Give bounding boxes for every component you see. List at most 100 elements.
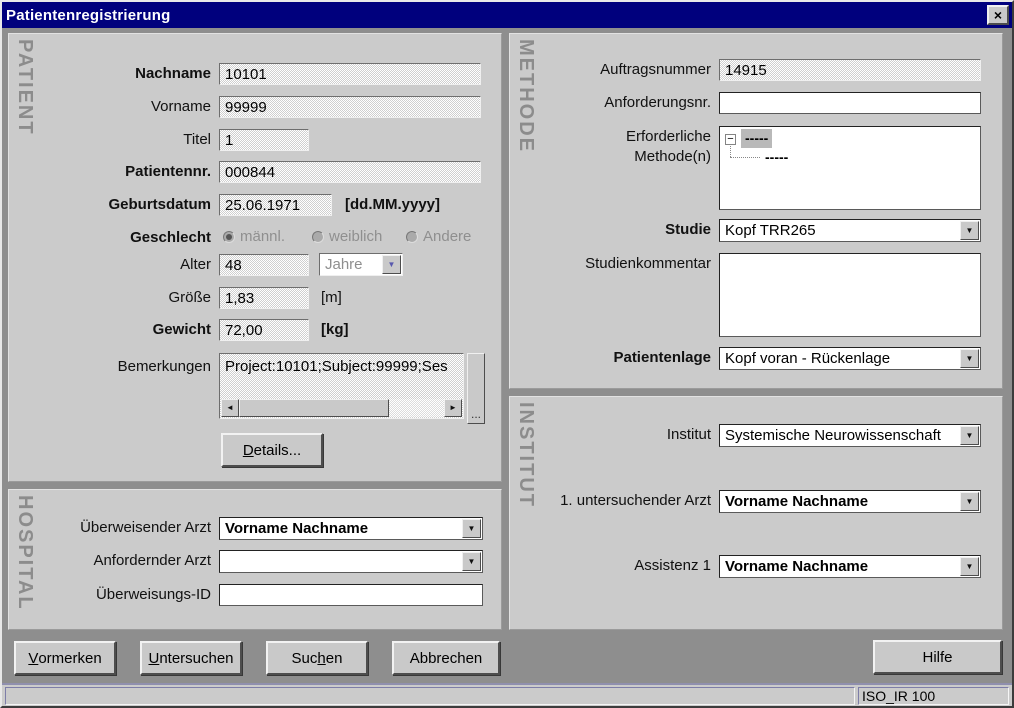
ueberweisender-arzt-dropdown-button[interactable]: ▼ <box>462 519 481 538</box>
studienkommentar-textarea[interactable] <box>719 253 981 337</box>
erforderliche-methoden-label-line2: Methode(n) <box>510 146 711 168</box>
radio-weiblich <box>312 231 324 243</box>
anfordernder-arzt-label: Anfordernder Arzt <box>9 550 211 572</box>
scrollbar-thumb[interactable] <box>239 399 389 417</box>
charset-value: ISO_IR 100 <box>862 688 935 704</box>
suchen-accesskey: h <box>317 650 325 667</box>
patientennr-field: 000844 <box>219 161 481 183</box>
status-bar: ISO_IR 100 <box>2 683 1012 706</box>
anfordernder-arzt-combobox[interactable]: ▼ <box>219 550 483 573</box>
hilfe-label: Hilfe <box>922 649 952 666</box>
untersuchen-button[interactable]: Untersuchen <box>140 641 242 675</box>
vorname-label: Vorname <box>9 96 211 118</box>
untersuchender-arzt-combobox[interactable]: Vorname Nachname ▼ <box>719 490 981 513</box>
patientenlage-dropdown-button[interactable]: ▼ <box>960 349 979 368</box>
details-button-accesskey: D <box>243 442 254 459</box>
alter-unit-dropdown: Jahre ▼ <box>319 253 403 276</box>
assistenz1-combobox[interactable]: Vorname Nachname ▼ <box>719 555 981 578</box>
ueberweisungs-id-input[interactable] <box>219 584 483 606</box>
abbrechen-button[interactable]: Abbrechen <box>392 641 500 675</box>
untersuchen-accesskey: U <box>148 650 159 667</box>
studie-dropdown-button[interactable]: ▼ <box>960 221 979 240</box>
scroll-right-button[interactable]: ► <box>444 399 462 417</box>
untersuchender-arzt-dropdown-button[interactable]: ▼ <box>960 492 979 511</box>
anforderungsnr-input[interactable] <box>719 92 981 114</box>
tree-child-item[interactable]: ----- <box>762 148 791 167</box>
patient-section: PATIENT Nachname 10101 Vorname 99999 Tit… <box>8 33 502 482</box>
patient-registration-window: Patientenregistrierung × PATIENT Nachnam… <box>0 0 1014 708</box>
alter-unit-dropdown-button: ▼ <box>382 255 401 274</box>
nachname-label: Nachname <box>9 63 211 85</box>
details-button[interactable]: Details... <box>221 433 323 467</box>
scroll-left-button[interactable]: ◄ <box>221 399 239 417</box>
patient-section-watermark: PATIENT <box>13 39 36 136</box>
close-button[interactable]: × <box>987 5 1009 25</box>
close-icon: × <box>994 8 1002 22</box>
bemerkungen-field[interactable]: Project:10101;Subject:99999;Ses ◄ ► <box>219 353 464 419</box>
untersuchen-label: ntersuchen <box>159 650 233 667</box>
studie-combobox[interactable]: Kopf TRR265 ▼ <box>719 219 981 242</box>
institut-value: Systemische Neurowissenschaft <box>725 426 958 445</box>
bemerkungen-label: Bemerkungen <box>9 356 211 378</box>
suchen-button[interactable]: Suchen <box>266 641 368 675</box>
geburtsdatum-field: 25.06.1971 <box>219 194 332 216</box>
tree-connector-horizontal <box>730 157 760 158</box>
anfordernder-arzt-value <box>225 552 460 571</box>
radio-maennlich-label: männl. <box>240 227 285 247</box>
geburtsdatum-format-hint: [dd.MM.yyyy] <box>345 194 440 216</box>
hilfe-button[interactable]: Hilfe <box>873 640 1002 674</box>
ueberweisender-arzt-combobox[interactable]: Vorname Nachname ▼ <box>219 517 483 540</box>
tree-collapse-icon[interactable]: − <box>725 134 736 145</box>
abbrechen-label: Abbrechen <box>410 650 483 667</box>
nachname-field: 10101 <box>219 63 481 85</box>
vormerken-button[interactable]: Vormerken <box>14 641 116 675</box>
bemerkungen-more-button[interactable]: ... <box>467 353 485 424</box>
groesse-unit: [m] <box>321 287 342 309</box>
methoden-tree[interactable]: − ----- ----- <box>719 126 981 210</box>
chevron-down-icon: ▼ <box>388 261 396 269</box>
ueberweisungs-id-label: Überweisungs-ID <box>9 584 211 606</box>
tree-root-item[interactable]: ----- <box>741 129 772 148</box>
anforderungsnr-label: Anforderungsnr. <box>510 92 711 114</box>
patientenlage-value: Kopf voran - Rückenlage <box>725 349 958 368</box>
chevron-down-icon: ▼ <box>966 432 974 440</box>
suchen-label: en <box>326 650 343 667</box>
ueberweisender-arzt-label: Überweisender Arzt <box>9 517 211 539</box>
patientennr-label: Patientennr. <box>9 161 211 183</box>
studienkommentar-label: Studienkommentar <box>510 253 711 275</box>
methode-section: METHODE Auftragsnummer 14915 Anforderung… <box>509 33 1003 389</box>
untersuchender-arzt-label: 1. untersuchender Arzt <box>510 490 711 512</box>
gewicht-field: 72,00 <box>219 319 309 341</box>
chevron-down-icon: ▼ <box>468 525 476 533</box>
auftragsnummer-field: 14915 <box>719 59 981 81</box>
suchen-label-pre: Suc <box>292 650 318 667</box>
groesse-field: 1,83 <box>219 287 309 309</box>
radio-weiblich-label: weiblich <box>329 227 382 247</box>
vormerken-accesskey: V <box>28 650 38 667</box>
hospital-section: HOSPITAL Überweisender Arzt Vorname Nach… <box>8 489 502 630</box>
chevron-down-icon: ▼ <box>966 355 974 363</box>
institut-combobox[interactable]: Systemische Neurowissenschaft ▼ <box>719 424 981 447</box>
title-bar: Patientenregistrierung × <box>2 2 1012 28</box>
window-title: Patientenregistrierung <box>6 7 170 24</box>
radio-andere <box>406 231 418 243</box>
gewicht-unit: [kg] <box>321 319 349 341</box>
auftragsnummer-label: Auftragsnummer <box>510 59 711 81</box>
chevron-down-icon: ▼ <box>966 227 974 235</box>
assistenz1-value: Vorname Nachname <box>725 557 958 576</box>
institut-dropdown-button[interactable]: ▼ <box>960 426 979 445</box>
assistenz1-dropdown-button[interactable]: ▼ <box>960 557 979 576</box>
titel-label: Titel <box>9 129 211 151</box>
bemerkungen-horizontal-scrollbar[interactable]: ◄ ► <box>221 399 462 417</box>
chevron-down-icon: ▼ <box>966 563 974 571</box>
ueberweisender-arzt-value: Vorname Nachname <box>225 519 460 538</box>
bemerkungen-text: Project:10101;Subject:99999;Ses <box>221 355 462 383</box>
institut-label: Institut <box>510 424 711 446</box>
radio-andere-label: Andere <box>423 227 471 247</box>
alter-unit-value: Jahre <box>325 255 380 274</box>
anfordernder-arzt-dropdown-button[interactable]: ▼ <box>462 552 481 571</box>
geschlecht-label: Geschlecht <box>9 227 211 249</box>
scrollbar-track[interactable] <box>389 399 444 417</box>
gewicht-label: Gewicht <box>9 319 211 341</box>
patientenlage-combobox[interactable]: Kopf voran - Rückenlage ▼ <box>719 347 981 370</box>
